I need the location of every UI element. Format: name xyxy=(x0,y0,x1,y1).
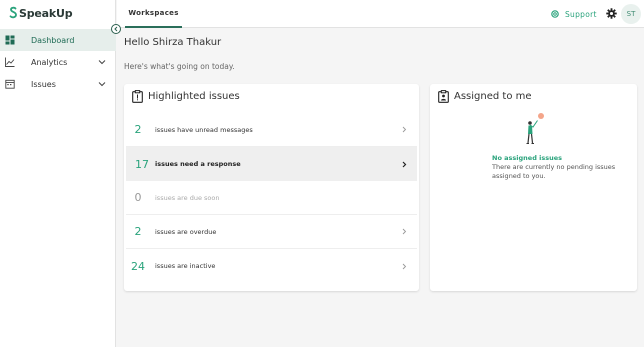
support-link[interactable]: Support xyxy=(551,8,597,20)
issue-count: 24 xyxy=(131,259,145,273)
issue-text: issues are due soon xyxy=(155,193,220,202)
sidebar-item-label: Analytics xyxy=(31,57,68,67)
app-logo[interactable]: SpeakUp xyxy=(8,6,73,20)
sidebar-item-dashboard[interactable]: Dashboard xyxy=(0,29,116,51)
card-title: Assigned to me xyxy=(454,90,532,102)
chevron-right-icon xyxy=(402,228,407,235)
dashboard-icon xyxy=(5,35,15,45)
assigned-to-me-card: Assigned to me No assigned issues There … xyxy=(430,84,637,291)
app-name: SpeakUp xyxy=(19,6,73,20)
issue-text: issues have unread messages xyxy=(155,125,253,134)
issue-row-inactive[interactable]: 24 issues are inactive xyxy=(126,249,417,283)
calendar-icon xyxy=(5,79,15,89)
card-header: Assigned to me xyxy=(438,89,532,103)
clipboard-alert-icon xyxy=(132,89,143,103)
sidebar-item-issues[interactable]: Issues xyxy=(0,73,116,95)
chevron-right-icon xyxy=(402,263,407,269)
card-title: Highlighted issues xyxy=(148,90,240,102)
chevron-down-icon[interactable] xyxy=(98,80,106,88)
issue-text: issues are overdue xyxy=(155,227,217,236)
issue-text: issues need a response xyxy=(155,160,241,168)
sidebar-item-label: Issues xyxy=(31,79,56,89)
issue-count: 2 xyxy=(134,225,142,238)
empty-state-title: No assigned issues xyxy=(492,154,562,162)
issue-row-unread[interactable]: 2 issues have unread messages xyxy=(126,113,417,147)
highlighted-issues-card: Highlighted issues 2 issues have unread … xyxy=(124,84,419,291)
page-title: Hello Shirza Thakur xyxy=(124,37,222,48)
tab-workspaces[interactable]: Workspaces xyxy=(125,0,182,28)
sidebar: SpeakUp Dashboard Analytics Issues xyxy=(0,0,116,347)
sidebar-item-label: Dashboard xyxy=(31,35,75,45)
chevron-left-icon xyxy=(114,26,118,32)
gear-icon[interactable] xyxy=(606,8,617,19)
chevron-right-icon xyxy=(402,126,407,133)
lifebuoy-icon xyxy=(551,10,559,18)
top-bar: Workspaces Support ST xyxy=(117,0,644,28)
avatar[interactable]: ST xyxy=(621,4,641,24)
issue-count: 17 xyxy=(135,157,149,171)
issue-row-due-soon: 0 issues are due soon xyxy=(126,181,417,215)
issue-text: issues are inactive xyxy=(155,262,216,270)
speakup-logo-icon xyxy=(9,6,17,19)
chevron-down-icon[interactable] xyxy=(98,58,106,66)
issue-row-overdue[interactable]: 2 issues are overdue xyxy=(126,215,417,249)
issue-count: 2 xyxy=(134,123,142,136)
sidebar-item-analytics[interactable]: Analytics xyxy=(0,51,116,73)
page-subtitle: Here's what's going on today. xyxy=(124,62,235,71)
chevron-right-icon xyxy=(402,161,407,167)
sidebar-collapse-button[interactable] xyxy=(111,24,121,34)
clipboard-user-icon xyxy=(438,89,449,103)
support-label: Support xyxy=(565,9,597,19)
empty-state-text: There are currently no pending issues as… xyxy=(492,163,616,180)
card-header: Highlighted issues xyxy=(132,89,240,103)
issue-count: 0 xyxy=(134,191,142,204)
empty-state-illustration xyxy=(526,113,544,144)
chart-line-icon xyxy=(5,57,15,67)
issue-row-need-response[interactable]: 17 issues need a response xyxy=(126,147,417,181)
